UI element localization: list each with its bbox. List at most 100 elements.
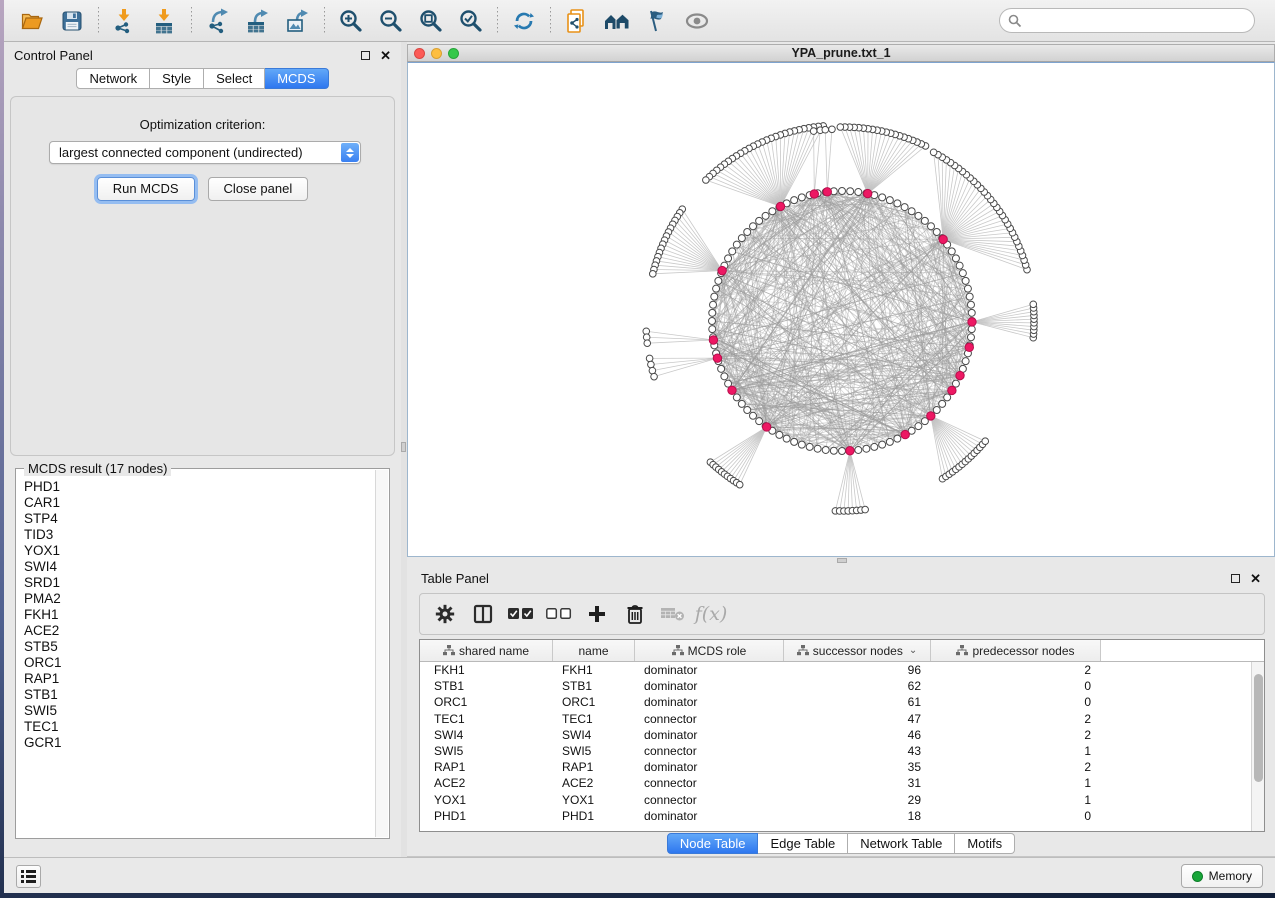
mcds-result-item[interactable]: STB5 xyxy=(24,639,375,655)
network-node[interactable] xyxy=(651,373,658,380)
mcds-hub-node[interactable] xyxy=(762,423,770,431)
mcds-hub-node[interactable] xyxy=(927,412,935,420)
table-row[interactable]: ORC1ORC1dominator610 xyxy=(420,694,1251,710)
network-node[interactable] xyxy=(921,217,928,224)
mcds-hub-node[interactable] xyxy=(846,447,854,455)
network-node[interactable] xyxy=(738,235,745,242)
network-node[interactable] xyxy=(744,229,751,236)
column-layout-icon[interactable] xyxy=(468,599,498,629)
close-panel-button[interactable]: Close panel xyxy=(208,177,309,201)
refresh-icon[interactable] xyxy=(507,6,541,36)
network-node[interactable] xyxy=(829,126,836,133)
network-node[interactable] xyxy=(762,212,769,219)
zoom-in-icon[interactable] xyxy=(334,6,368,36)
network-node[interactable] xyxy=(776,431,783,438)
network-node[interactable] xyxy=(933,406,940,413)
close-panel-icon[interactable]: ✕ xyxy=(380,51,391,60)
mcds-result-item[interactable]: SRD1 xyxy=(24,575,375,591)
run-mcds-button[interactable]: Run MCDS xyxy=(97,177,195,201)
home-networks-icon[interactable] xyxy=(600,6,634,36)
network-node[interactable] xyxy=(968,309,975,316)
memory-button[interactable]: Memory xyxy=(1181,864,1263,888)
export-image-icon[interactable] xyxy=(281,6,315,36)
mcds-hub-node[interactable] xyxy=(718,266,726,274)
horizontal-splitter[interactable] xyxy=(407,557,1275,565)
network-node[interactable] xyxy=(927,223,934,230)
select-all-checked-icon[interactable] xyxy=(506,599,536,629)
mcds-hub-node[interactable] xyxy=(713,354,721,362)
export-table-icon[interactable] xyxy=(241,6,275,36)
mcds-hub-node[interactable] xyxy=(968,318,976,326)
network-node[interactable] xyxy=(894,435,901,442)
network-canvas[interactable] xyxy=(407,62,1275,557)
close-panel-icon[interactable]: ✕ xyxy=(1250,574,1261,583)
network-node[interactable] xyxy=(930,149,937,156)
mcds-result-item[interactable]: ORC1 xyxy=(24,655,375,671)
network-node[interactable] xyxy=(944,394,951,401)
import-network-icon[interactable] xyxy=(108,6,142,36)
network-node[interactable] xyxy=(855,446,862,453)
mcds-hub-node[interactable] xyxy=(863,189,871,197)
network-node[interactable] xyxy=(718,365,725,372)
network-node[interactable] xyxy=(810,128,817,135)
network-node[interactable] xyxy=(736,481,743,488)
network-node[interactable] xyxy=(729,248,736,255)
network-node[interactable] xyxy=(713,285,720,292)
mcds-result-item[interactable]: RAP1 xyxy=(24,671,375,687)
network-node[interactable] xyxy=(956,262,963,269)
network-node[interactable] xyxy=(886,438,893,445)
network-node[interactable] xyxy=(837,124,844,131)
mcds-hub-node[interactable] xyxy=(823,188,831,196)
table-row[interactable]: RAP1RAP1dominator352 xyxy=(420,759,1251,775)
network-node[interactable] xyxy=(830,447,837,454)
flag-vizmap-icon[interactable] xyxy=(640,6,674,36)
network-node[interactable] xyxy=(711,293,718,300)
mcds-result-item[interactable]: SWI4 xyxy=(24,559,375,575)
network-node[interactable] xyxy=(744,406,751,413)
mcds-result-item[interactable]: FKH1 xyxy=(24,607,375,623)
mcds-hub-node[interactable] xyxy=(709,336,717,344)
mcds-hub-node[interactable] xyxy=(901,430,909,438)
network-node[interactable] xyxy=(738,400,745,407)
network-node[interactable] xyxy=(839,448,846,455)
network-node[interactable] xyxy=(756,217,763,224)
open-file-icon[interactable] xyxy=(15,6,49,36)
network-node[interactable] xyxy=(982,438,989,445)
network-node[interactable] xyxy=(709,309,716,316)
mcds-hub-node[interactable] xyxy=(956,371,964,379)
tab-mcds[interactable]: MCDS xyxy=(265,68,328,89)
network-node[interactable] xyxy=(750,223,757,230)
network-node[interactable] xyxy=(962,277,969,284)
zoom-selected-icon[interactable] xyxy=(454,6,488,36)
network-node[interactable] xyxy=(822,126,829,133)
network-node[interactable] xyxy=(750,412,757,419)
tab-select[interactable]: Select xyxy=(204,68,265,89)
network-node[interactable] xyxy=(725,255,732,262)
network-node[interactable] xyxy=(648,361,655,368)
mcds-hub-node[interactable] xyxy=(776,202,784,210)
network-node[interactable] xyxy=(798,194,805,201)
mcds-result-item[interactable]: TEC1 xyxy=(24,719,375,735)
table-scrollbar[interactable] xyxy=(1251,662,1264,831)
save-session-icon[interactable] xyxy=(55,6,89,36)
network-node[interactable] xyxy=(915,212,922,219)
network-node[interactable] xyxy=(879,441,886,448)
mcds-hub-node[interactable] xyxy=(965,343,973,351)
column-header-mcds-role[interactable]: MCDS role xyxy=(635,640,784,661)
delete-column-icon[interactable] xyxy=(620,599,650,629)
table-row[interactable]: TEC1TEC1connector472 xyxy=(420,711,1251,727)
mcds-result-item[interactable]: PHD1 xyxy=(24,479,375,495)
network-node[interactable] xyxy=(933,229,940,236)
network-node[interactable] xyxy=(791,197,798,204)
splitter-grip[interactable] xyxy=(401,442,406,452)
zoom-out-icon[interactable] xyxy=(374,6,408,36)
network-node[interactable] xyxy=(791,438,798,445)
network-node[interactable] xyxy=(847,188,854,195)
network-node[interactable] xyxy=(733,394,740,401)
tab-style[interactable]: Style xyxy=(150,68,204,89)
scrollbar-thumb[interactable] xyxy=(1254,674,1263,782)
mcds-result-list[interactable]: PHD1CAR1STP4TID3YOX1SWI4SRD1PMA2FKH1ACE2… xyxy=(17,477,375,837)
network-node[interactable] xyxy=(783,435,790,442)
tab-network[interactable]: Network xyxy=(76,68,150,89)
network-node[interactable] xyxy=(968,326,975,333)
